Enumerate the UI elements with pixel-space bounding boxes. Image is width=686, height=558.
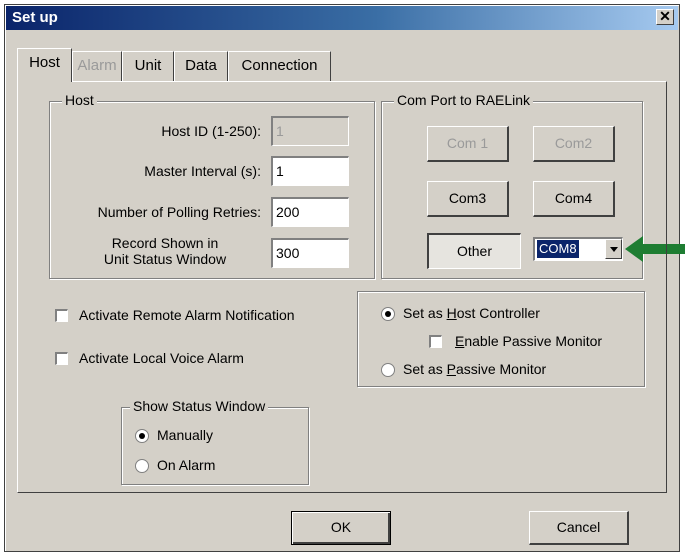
title-bar: Set up ✕ <box>6 6 678 30</box>
window-title: Set up <box>12 9 58 26</box>
tab-connection[interactable]: Connection <box>228 51 331 81</box>
tab-alarm[interactable]: Alarm <box>72 51 122 81</box>
tab-panel-host <box>17 81 667 493</box>
tab-unit[interactable]: Unit <box>122 51 174 81</box>
tab-host[interactable]: Host <box>17 48 72 82</box>
setup-dialog: Set up ✕ Host Alarm Unit Data Connection… <box>4 4 685 552</box>
close-button[interactable]: ✕ <box>656 9 674 25</box>
cancel-button[interactable]: Cancel <box>529 511 629 545</box>
ok-button[interactable]: OK <box>291 511 391 545</box>
tab-data[interactable]: Data <box>174 51 228 81</box>
